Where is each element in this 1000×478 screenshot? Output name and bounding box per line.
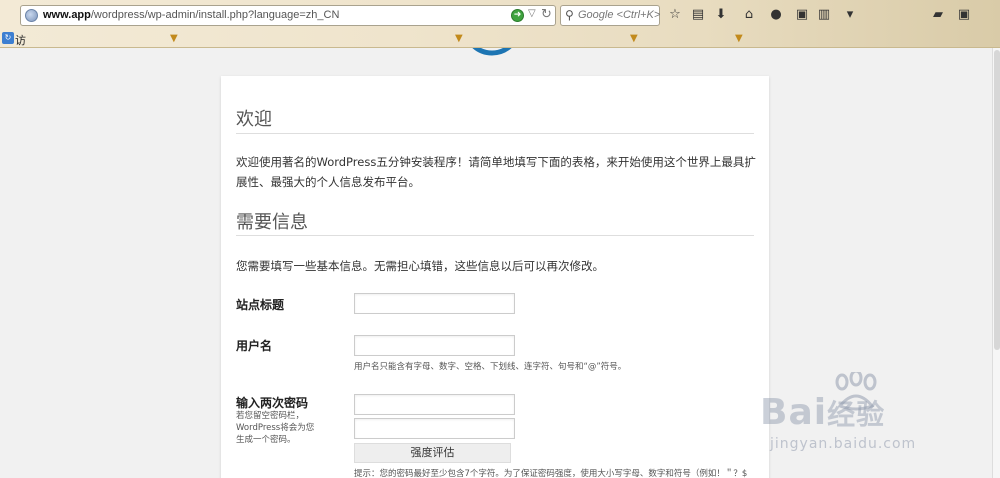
bookmark-icon: ↻ bbox=[2, 32, 14, 44]
password-hint: 提示：您的密码最好至少包含7个字符。为了保证密码强度，使用大小写字母、数字和符号… bbox=[354, 469, 748, 478]
search-icon: ⚲ bbox=[565, 8, 574, 22]
password-input[interactable] bbox=[354, 394, 515, 415]
password-note: 若您留空密码栏，WordPress将会为您生成一个密码。 bbox=[236, 411, 315, 445]
bookmark-folder-icon[interactable]: ▼ bbox=[630, 33, 638, 44]
menu-arrow-icon[interactable]: ▾ bbox=[842, 7, 858, 23]
divider bbox=[236, 133, 754, 134]
bookmark-star-icon[interactable]: ☆ bbox=[667, 7, 683, 23]
home-icon[interactable]: ⌂ bbox=[741, 7, 757, 23]
addon-icon-2[interactable]: ▥ bbox=[816, 7, 832, 23]
toolbar-icon[interactable]: ▣ bbox=[956, 7, 972, 23]
go-arrow-icon[interactable]: ➜ bbox=[511, 9, 524, 22]
bookmark-folder-icon[interactable]: ▼ bbox=[170, 33, 178, 44]
site-title-input[interactable] bbox=[354, 293, 515, 314]
watermark-brand: Bai经验 bbox=[760, 392, 886, 433]
username-hint: 用户名只能含有字母、数字、空格、下划线、连字符、句号和“@”符号。 bbox=[354, 362, 627, 372]
info-heading: 需要信息 bbox=[236, 212, 308, 233]
navigation-toolbar: www.app/wordpress/wp-admin/install.php?l… bbox=[0, 2, 1000, 28]
username-input[interactable] bbox=[354, 335, 515, 356]
divider bbox=[236, 235, 754, 236]
bookmark-folder-icon[interactable]: ▼ bbox=[735, 33, 743, 44]
dropdown-arrow-icon[interactable]: ▽ bbox=[528, 8, 536, 19]
password-confirm-input[interactable] bbox=[354, 418, 515, 439]
username-label: 用户名 bbox=[236, 339, 273, 353]
scrollbar-thumb[interactable] bbox=[994, 50, 1000, 350]
info-text: 您需要填写一些基本信息。无需担心填错，这些信息以后可以再次修改。 bbox=[236, 259, 604, 273]
baidu-watermark: Bai经验 jingyan.baidu.com bbox=[760, 372, 988, 462]
folder-icon[interactable]: ▰ bbox=[930, 7, 946, 23]
url-host: www.app bbox=[43, 9, 91, 21]
chat-icon[interactable]: ● bbox=[768, 7, 784, 23]
download-icon[interactable]: ⬇ bbox=[713, 7, 729, 23]
bookmarks-toolbar: ↻ 访 ▼ ▼ ▼ ▼ bbox=[0, 30, 1000, 48]
url-path: /wordpress/wp-admin/install.php?language… bbox=[90, 9, 340, 21]
wordpress-logo-icon bbox=[472, 48, 512, 56]
bookmark-item[interactable]: 访 bbox=[15, 32, 26, 48]
reader-icon[interactable]: ▤ bbox=[690, 7, 706, 23]
search-input[interactable]: Google <Ctrl+K> bbox=[578, 9, 660, 21]
url-text[interactable]: www.app/wordpress/wp-admin/install.php?l… bbox=[43, 9, 339, 21]
watermark-site: jingyan.baidu.com bbox=[770, 436, 917, 452]
bookmark-folder-icon[interactable]: ▼ bbox=[455, 33, 463, 44]
password-label: 输入两次密码 bbox=[236, 396, 309, 410]
search-bar[interactable]: ⚲ Google <Ctrl+K> bbox=[560, 5, 660, 26]
site-title-label: 站点标题 bbox=[236, 298, 285, 312]
page-scrollbar[interactable] bbox=[992, 48, 1000, 478]
addon-icon[interactable]: ▣ bbox=[794, 7, 810, 23]
reload-icon[interactable]: ↻ bbox=[541, 7, 552, 22]
password-strength-indicator: 强度评估 bbox=[354, 443, 511, 463]
welcome-text: 欢迎使用著名的WordPress五分钟安装程序！请简单地填写下面的表格，来开始使… bbox=[236, 155, 756, 189]
install-card: 欢迎 欢迎使用著名的WordPress五分钟安装程序！请简单地填写下面的表格，来… bbox=[221, 76, 769, 478]
welcome-heading: 欢迎 bbox=[236, 109, 272, 130]
address-bar[interactable]: www.app/wordpress/wp-admin/install.php?l… bbox=[20, 5, 556, 26]
globe-icon bbox=[25, 9, 38, 22]
browser-chrome: www.app/wordpress/wp-admin/install.php?l… bbox=[0, 0, 1000, 48]
